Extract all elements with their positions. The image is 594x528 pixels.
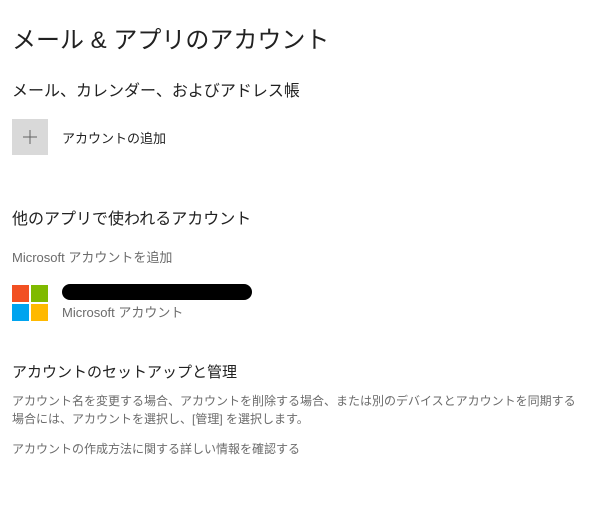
setup-description: アカウント名を変更する場合、アカウントを削除する場合、または別のデバイスとアカウ… — [12, 392, 582, 428]
account-email-redacted — [62, 284, 252, 300]
account-item[interactable]: Microsoft アカウント — [12, 284, 582, 321]
add-ms-account-text: Microsoft アカウントを追加 — [12, 247, 582, 266]
add-account-button[interactable]: アカウントの追加 — [12, 119, 582, 155]
account-info: Microsoft アカウント — [62, 284, 252, 321]
mail-section-heading: メール、カレンダー、およびアドレス帳 — [12, 77, 582, 101]
plus-icon — [12, 119, 48, 155]
account-creation-info-link[interactable]: アカウントの作成方法に関する詳しい情報を確認する — [12, 440, 582, 457]
other-apps-heading: 他のアプリで使われるアカウント — [12, 205, 582, 229]
add-account-label: アカウントの追加 — [62, 128, 166, 147]
page-title: メール & アプリのアカウント — [12, 20, 582, 55]
microsoft-logo-icon — [12, 285, 48, 321]
setup-section-heading: アカウントのセットアップと管理 — [12, 361, 582, 382]
account-type-label: Microsoft アカウント — [62, 302, 252, 321]
